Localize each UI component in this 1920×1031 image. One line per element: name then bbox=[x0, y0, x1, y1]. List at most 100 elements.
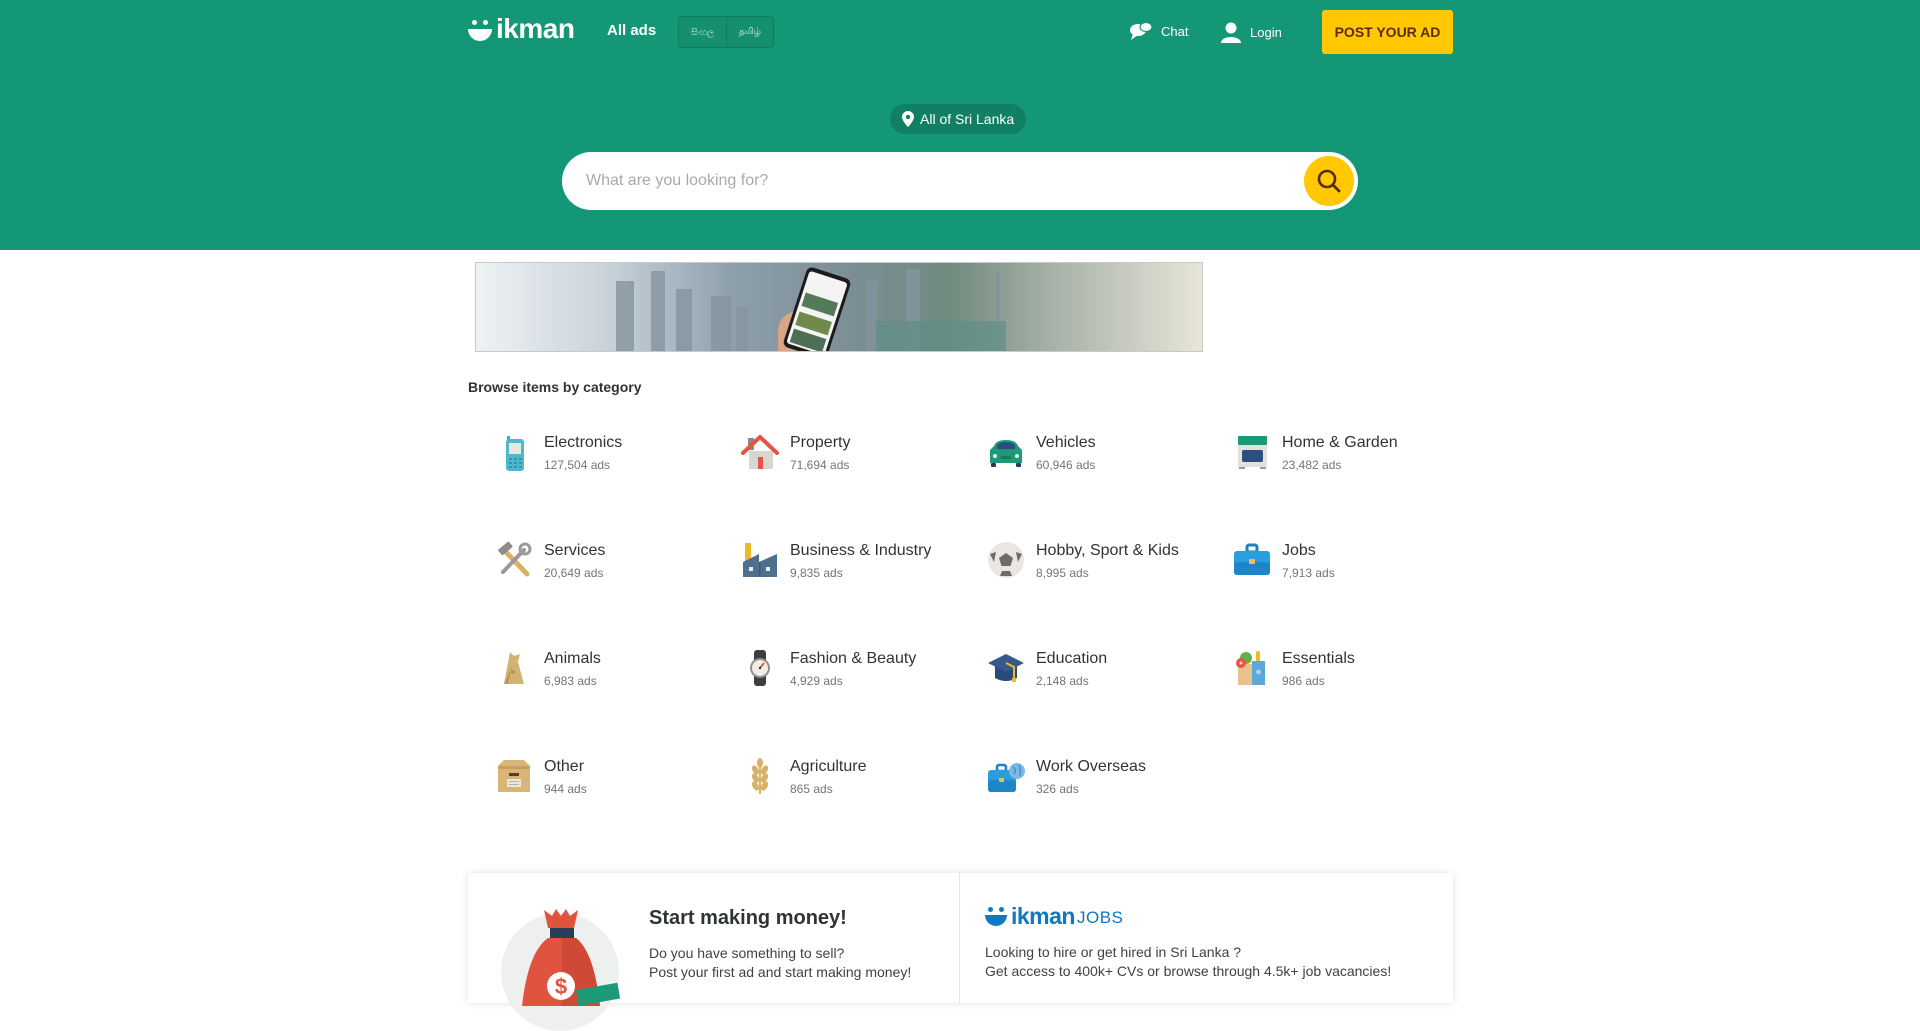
promo-banner[interactable] bbox=[475, 262, 1203, 352]
house-icon bbox=[740, 432, 780, 472]
car-icon bbox=[986, 432, 1026, 472]
soccer-ball-icon bbox=[986, 540, 1026, 580]
chat-link[interactable]: Chat bbox=[1129, 21, 1188, 41]
category-count: 6,983 ads bbox=[544, 674, 597, 688]
wheat-icon bbox=[740, 756, 780, 796]
category-fashion-beauty[interactable]: Fashion & Beauty 4,929 ads bbox=[714, 636, 960, 744]
login-link[interactable]: Login bbox=[1220, 21, 1282, 43]
category-name: Essentials bbox=[1282, 650, 1355, 667]
hammer-wrench-icon bbox=[494, 540, 534, 580]
category-name: Agriculture bbox=[790, 758, 867, 775]
dog-icon bbox=[494, 648, 534, 688]
promo-section: $ Start making money! Do you have someth… bbox=[468, 873, 1453, 1031]
category-name: Hobby, Sport & Kids bbox=[1036, 542, 1179, 559]
money-bag-icon: $ bbox=[522, 909, 621, 1006]
location-selector[interactable]: All of Sri Lanka bbox=[890, 104, 1027, 134]
briefcase-icon bbox=[1232, 540, 1272, 580]
category-jobs[interactable]: Jobs 7,913 ads bbox=[1206, 528, 1452, 636]
smile-logo-icon bbox=[985, 907, 1007, 927]
category-grid: Electronics 127,504 ads Property 71,694 … bbox=[468, 420, 1453, 852]
category-name: Work Overseas bbox=[1036, 758, 1146, 775]
svg-text:$: $ bbox=[555, 974, 567, 999]
category-education[interactable]: Education 2,148 ads bbox=[960, 636, 1206, 744]
category-name: Jobs bbox=[1282, 542, 1316, 559]
cardboard-box-icon bbox=[494, 756, 534, 796]
category-name: Home & Garden bbox=[1282, 434, 1398, 451]
start-making-money-card[interactable]: $ Start making money! Do you have someth… bbox=[468, 873, 960, 1031]
browse-categories-heading: Browse items by category bbox=[468, 379, 642, 395]
category-business-industry[interactable]: Business & Industry 9,835 ads bbox=[714, 528, 960, 636]
category-property[interactable]: Property 71,694 ads bbox=[714, 420, 960, 528]
category-electronics[interactable]: Electronics 127,504 ads bbox=[468, 420, 714, 528]
category-other[interactable]: Other 944 ads bbox=[468, 744, 714, 852]
search-button[interactable] bbox=[1304, 156, 1354, 206]
category-services[interactable]: Services 20,649 ads bbox=[468, 528, 714, 636]
category-name: Education bbox=[1036, 650, 1108, 667]
category-count: 127,504 ads bbox=[544, 458, 611, 472]
login-label: Login bbox=[1250, 24, 1282, 40]
jobs-logo-suffix: JOBS bbox=[1076, 908, 1124, 927]
search-bar bbox=[562, 152, 1358, 210]
category-count: 7,913 ads bbox=[1282, 566, 1335, 580]
chat-bubbles-icon bbox=[1130, 21, 1153, 40]
header: ikman All ads සිංහල தமிழ் Chat Login POS… bbox=[0, 0, 1920, 250]
jobs-logo-wordmark: ikman bbox=[1011, 903, 1075, 929]
oven-icon bbox=[1232, 432, 1272, 472]
category-count: 23,482 ads bbox=[1282, 458, 1342, 472]
promo-sell-line2: Post your first ad and start making mone… bbox=[649, 964, 912, 980]
grocery-bag-icon bbox=[1232, 648, 1272, 688]
promo-jobs-line1: Looking to hire or get hired in Sri Lank… bbox=[985, 944, 1242, 960]
user-icon bbox=[1221, 22, 1241, 43]
category-count: 865 ads bbox=[790, 782, 833, 796]
language-tamil-button[interactable]: தமிழ் bbox=[726, 17, 773, 47]
category-count: 326 ads bbox=[1036, 782, 1079, 796]
category-count: 9,835 ads bbox=[790, 566, 843, 580]
category-name: Services bbox=[544, 542, 606, 559]
category-work-overseas[interactable]: Work Overseas 326 ads bbox=[960, 744, 1206, 852]
mobile-phone-icon bbox=[494, 432, 534, 472]
ikman-logo[interactable]: ikman bbox=[468, 13, 575, 44]
category-name: Property bbox=[790, 434, 851, 451]
category-name: Other bbox=[544, 758, 585, 775]
category-name: Electronics bbox=[544, 434, 623, 451]
search-input[interactable] bbox=[586, 152, 1266, 210]
promo-sell-title: Start making money! bbox=[649, 907, 847, 929]
category-home-garden[interactable]: Home & Garden 23,482 ads bbox=[1206, 420, 1452, 528]
ikman-jobs-logo: ikman JOBS bbox=[985, 903, 1124, 929]
category-name: Business & Industry bbox=[790, 542, 932, 559]
category-count: 71,694 ads bbox=[790, 458, 850, 472]
category-count: 8,995 ads bbox=[1036, 566, 1089, 580]
category-count: 4,929 ads bbox=[790, 674, 843, 688]
language-switcher: සිංහල தமிழ் bbox=[678, 16, 774, 48]
category-count: 20,649 ads bbox=[544, 566, 604, 580]
smile-logo-icon bbox=[468, 20, 492, 42]
language-sinhala-button[interactable]: සිංහල bbox=[679, 17, 726, 47]
wristwatch-icon bbox=[740, 648, 780, 688]
location-pin-icon bbox=[902, 111, 914, 127]
location-label: All of Sri Lanka bbox=[920, 111, 1015, 127]
all-ads-link[interactable]: All ads bbox=[607, 22, 656, 39]
logo-text: ikman bbox=[496, 13, 575, 44]
search-icon bbox=[1317, 169, 1341, 193]
category-name: Fashion & Beauty bbox=[790, 650, 917, 667]
graduation-cap-icon bbox=[986, 648, 1026, 688]
category-count: 60,946 ads bbox=[1036, 458, 1096, 472]
promo-jobs-line2: Get access to 400k+ CVs or browse throug… bbox=[985, 963, 1392, 979]
promo-sell-line1: Do you have something to sell? bbox=[649, 945, 845, 961]
chat-label: Chat bbox=[1161, 23, 1189, 39]
factory-icon bbox=[740, 540, 780, 580]
category-agriculture[interactable]: Agriculture 865 ads bbox=[714, 744, 960, 852]
category-essentials[interactable]: Essentials 986 ads bbox=[1206, 636, 1452, 744]
category-vehicles[interactable]: Vehicles 60,946 ads bbox=[960, 420, 1206, 528]
category-name: Animals bbox=[544, 650, 601, 667]
category-count: 944 ads bbox=[544, 782, 587, 796]
top-navigation: ikman All ads සිංහල தமிழ் Chat Login POS… bbox=[468, 0, 1453, 63]
ikman-jobs-card[interactable]: ikman JOBS Looking to hire or get hired … bbox=[960, 873, 1453, 1003]
briefcase-globe-icon bbox=[986, 756, 1026, 796]
category-count: 986 ads bbox=[1282, 674, 1325, 688]
category-hobby-sport-kids[interactable]: Hobby, Sport & Kids 8,995 ads bbox=[960, 528, 1206, 636]
post-your-ad-button[interactable]: POST YOUR AD bbox=[1322, 10, 1453, 54]
phone-image bbox=[782, 265, 852, 351]
category-count: 2,148 ads bbox=[1036, 674, 1089, 688]
category-animals[interactable]: Animals 6,983 ads bbox=[468, 636, 714, 744]
